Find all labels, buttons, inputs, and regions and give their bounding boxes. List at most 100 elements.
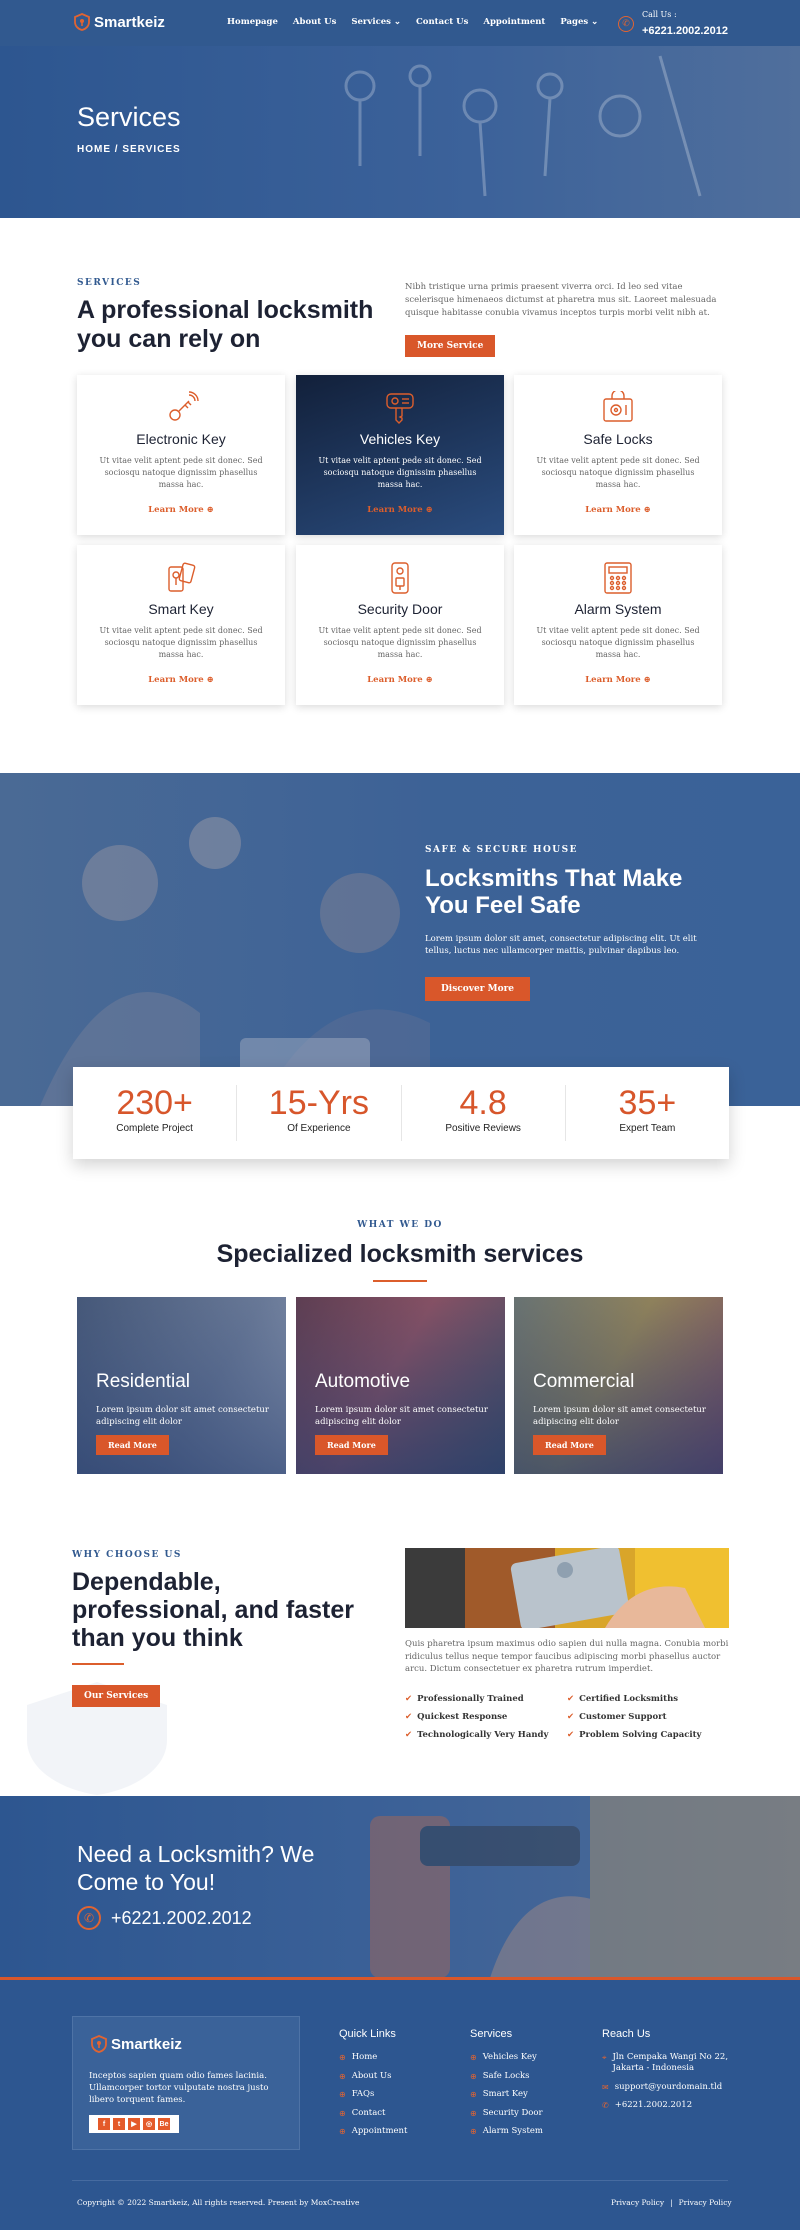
site-header: Smartkeiz Homepage About Us Services ⌄ C… — [0, 0, 800, 46]
arrow-circle-icon: ⊕ — [643, 675, 651, 685]
cta-phone[interactable]: ✆ +6221.2002.2012 — [77, 1906, 252, 1930]
read-more-button[interactable]: Read More — [533, 1435, 606, 1455]
service-card-electronic-key[interactable]: Electronic Key Ut vitae velit aptent ped… — [77, 375, 285, 535]
phone-icon: ✆ — [618, 16, 634, 32]
footer-link[interactable]: ⊕ Security Door — [470, 2108, 543, 2119]
footer-link[interactable]: ⊕ Contact — [339, 2108, 407, 2119]
service-card-alarm-system[interactable]: Alarm System Ut vitae velit aptent pede … — [514, 545, 722, 705]
card-text: Ut vitae velit aptent pede sit donec. Se… — [536, 456, 700, 489]
nav-homepage[interactable]: Homepage — [227, 17, 278, 27]
footer-quick-links: Quick Links ⊕ Home ⊕ About Us ⊕ FAQs ⊕ Conta… — [339, 2028, 407, 2145]
intro-title: A professional locksmith you can rely on — [77, 296, 374, 353]
stat-label: Expert Team — [619, 1123, 676, 1134]
card-text: Ut vitae velit aptent pede sit donec. Se… — [318, 626, 482, 659]
youtube-icon[interactable]: ▶ — [128, 2118, 140, 2130]
header-call[interactable]: ✆ Call Us : +6221.2002.2012 — [618, 10, 728, 38]
nav-contact[interactable]: Contact Us — [416, 17, 468, 27]
learn-more-label: Learn More — [585, 505, 641, 515]
more-service-button[interactable]: More Service — [405, 335, 496, 357]
logo-text: Smartkeiz — [94, 13, 165, 31]
phone-icon: ✆ — [602, 2101, 609, 2110]
service-card-safe-locks[interactable]: Safe Locks Ut vitae velit aptent pede si… — [514, 375, 722, 535]
feature-label: Professionally Trained — [417, 1694, 524, 1704]
footer-logo[interactable]: Smartkeiz — [91, 2035, 182, 2053]
card-text: Ut vitae velit aptent pede sit donec. Se… — [99, 626, 263, 659]
stat-item: 15-Yrs Of Experience — [237, 1085, 402, 1141]
twitter-icon[interactable]: t — [113, 2118, 125, 2130]
footer-address: ⌖ Jln Cempaka Wangi No 22, Jakarta - Indo… — [602, 2052, 732, 2074]
service-tile-residential[interactable]: Residential Lorem ipsum dolor sit amet c… — [77, 1297, 286, 1474]
card-text: Ut vitae velit aptent pede sit donec. Se… — [318, 456, 482, 489]
nav-about[interactable]: About Us — [293, 17, 336, 27]
footer-phone[interactable]: ✆ +6221.2002.2012 — [602, 2100, 732, 2111]
service-card-security-door[interactable]: Security Door Ut vitae velit aptent pede… — [296, 545, 504, 705]
footer-link[interactable]: ⊕ Alarm System — [470, 2126, 543, 2137]
feature-item: ✔ Professionally Trained — [405, 1694, 524, 1704]
feature-label: Customer Support — [579, 1712, 667, 1722]
read-more-button[interactable]: Read More — [315, 1435, 388, 1455]
car-key-icon — [386, 393, 414, 424]
footer-link[interactable]: ⊕ Home — [339, 2052, 407, 2063]
learn-more-label: Learn More — [367, 505, 423, 515]
privacy-policy-link[interactable]: Privacy Policy — [679, 2198, 732, 2207]
learn-more-link[interactable]: Learn More ⊕ — [296, 675, 504, 685]
arrow-circle-icon: ⊕ — [425, 675, 433, 685]
service-card-smart-key[interactable]: Smart Key Ut vitae velit aptent pede sit… — [77, 545, 285, 705]
why-eyebrow: WHY CHOOSE US — [72, 1550, 182, 1560]
card-title: Safe Locks — [583, 431, 653, 447]
learn-more-label: Learn More — [148, 505, 204, 515]
learn-more-link[interactable]: Learn More ⊕ — [514, 505, 722, 515]
our-services-button[interactable]: Our Services — [72, 1685, 161, 1707]
wwd-title: Specialized locksmith services — [216, 1240, 584, 1268]
cta-banner: Need a Locksmith? We Come to You! ✆ +622… — [0, 1796, 800, 1978]
footer-link[interactable]: ⊕ About Us — [339, 2071, 407, 2082]
nav-pages[interactable]: Pages ⌄ — [560, 17, 598, 27]
privacy-policy-link[interactable]: Privacy Policy — [611, 2198, 664, 2207]
facebook-icon[interactable]: f — [98, 2118, 110, 2130]
learn-more-link[interactable]: Learn More ⊕ — [77, 505, 285, 515]
intro-text: Nibh tristique urna primis praesent vive… — [405, 282, 717, 318]
footer-email[interactable]: ✉ support@yourdomain.tld — [602, 2082, 732, 2093]
logo[interactable]: Smartkeiz — [74, 13, 165, 31]
footer-link-label: Security Door — [482, 2107, 543, 2118]
drill-tools-photo — [370, 1796, 800, 1978]
smart-key-icon — [168, 562, 196, 592]
phone-text: +6221.2002.2012 — [614, 2100, 693, 2110]
learn-more-link[interactable]: Learn More ⊕ — [514, 675, 722, 685]
tile-title: Commercial — [533, 1371, 635, 1392]
read-more-button[interactable]: Read More — [96, 1435, 169, 1455]
nav-services[interactable]: Services ⌄ — [351, 17, 401, 27]
learn-more-link[interactable]: Learn More ⊕ — [296, 505, 504, 515]
feature-label: Certified Locksmiths — [579, 1694, 679, 1704]
cta-phone-number: +6221.2002.2012 — [111, 1907, 252, 1928]
learn-more-label: Learn More — [367, 675, 423, 685]
feature-item: ✔ Problem Solving Capacity — [567, 1730, 701, 1740]
title-divider — [373, 1280, 427, 1282]
card-title: Electronic Key — [136, 431, 226, 447]
footer-link[interactable]: ⊕ Vehicles Key — [470, 2052, 543, 2063]
nav-appointment[interactable]: Appointment — [483, 17, 545, 27]
footer-divider — [72, 2180, 728, 2181]
service-tile-automotive[interactable]: Automotive Lorem ipsum dolor sit amet co… — [296, 1297, 505, 1474]
arrow-circle-icon: ⊕ — [339, 2053, 346, 2062]
wwd-eyebrow: WHAT WE DO — [357, 1220, 443, 1230]
check-icon: ✔ — [567, 1712, 575, 1722]
discover-more-button[interactable]: Discover More — [425, 977, 531, 1001]
phone-icon: ✆ — [77, 1906, 101, 1930]
arrow-circle-icon: ⊕ — [206, 675, 214, 685]
section-text: Lorem ipsum dolor sit amet, consectetur … — [425, 934, 697, 956]
behance-icon[interactable]: Be — [158, 2118, 170, 2130]
footer-link[interactable]: ⊕ Smart Key — [470, 2089, 543, 2100]
instagram-icon[interactable]: ◎ — [143, 2118, 155, 2130]
footer-link[interactable]: ⊕ Safe Locks — [470, 2071, 543, 2082]
card-title: Alarm System — [574, 601, 662, 617]
door-lock-icon — [391, 562, 409, 594]
cta-title: Need a Locksmith? We Come to You! — [77, 1841, 315, 1895]
card-title: Security Door — [357, 601, 443, 617]
footer-link[interactable]: ⊕ Appointment — [339, 2126, 407, 2137]
service-tile-commercial[interactable]: Commercial Lorem ipsum dolor sit amet co… — [514, 1297, 723, 1474]
footer-link-label: About Us — [351, 2070, 392, 2081]
footer-link[interactable]: ⊕ FAQs — [339, 2089, 407, 2100]
learn-more-link[interactable]: Learn More ⊕ — [77, 675, 285, 685]
service-card-vehicles-key[interactable]: Vehicles Key Ut vitae velit aptent pede … — [296, 375, 504, 535]
